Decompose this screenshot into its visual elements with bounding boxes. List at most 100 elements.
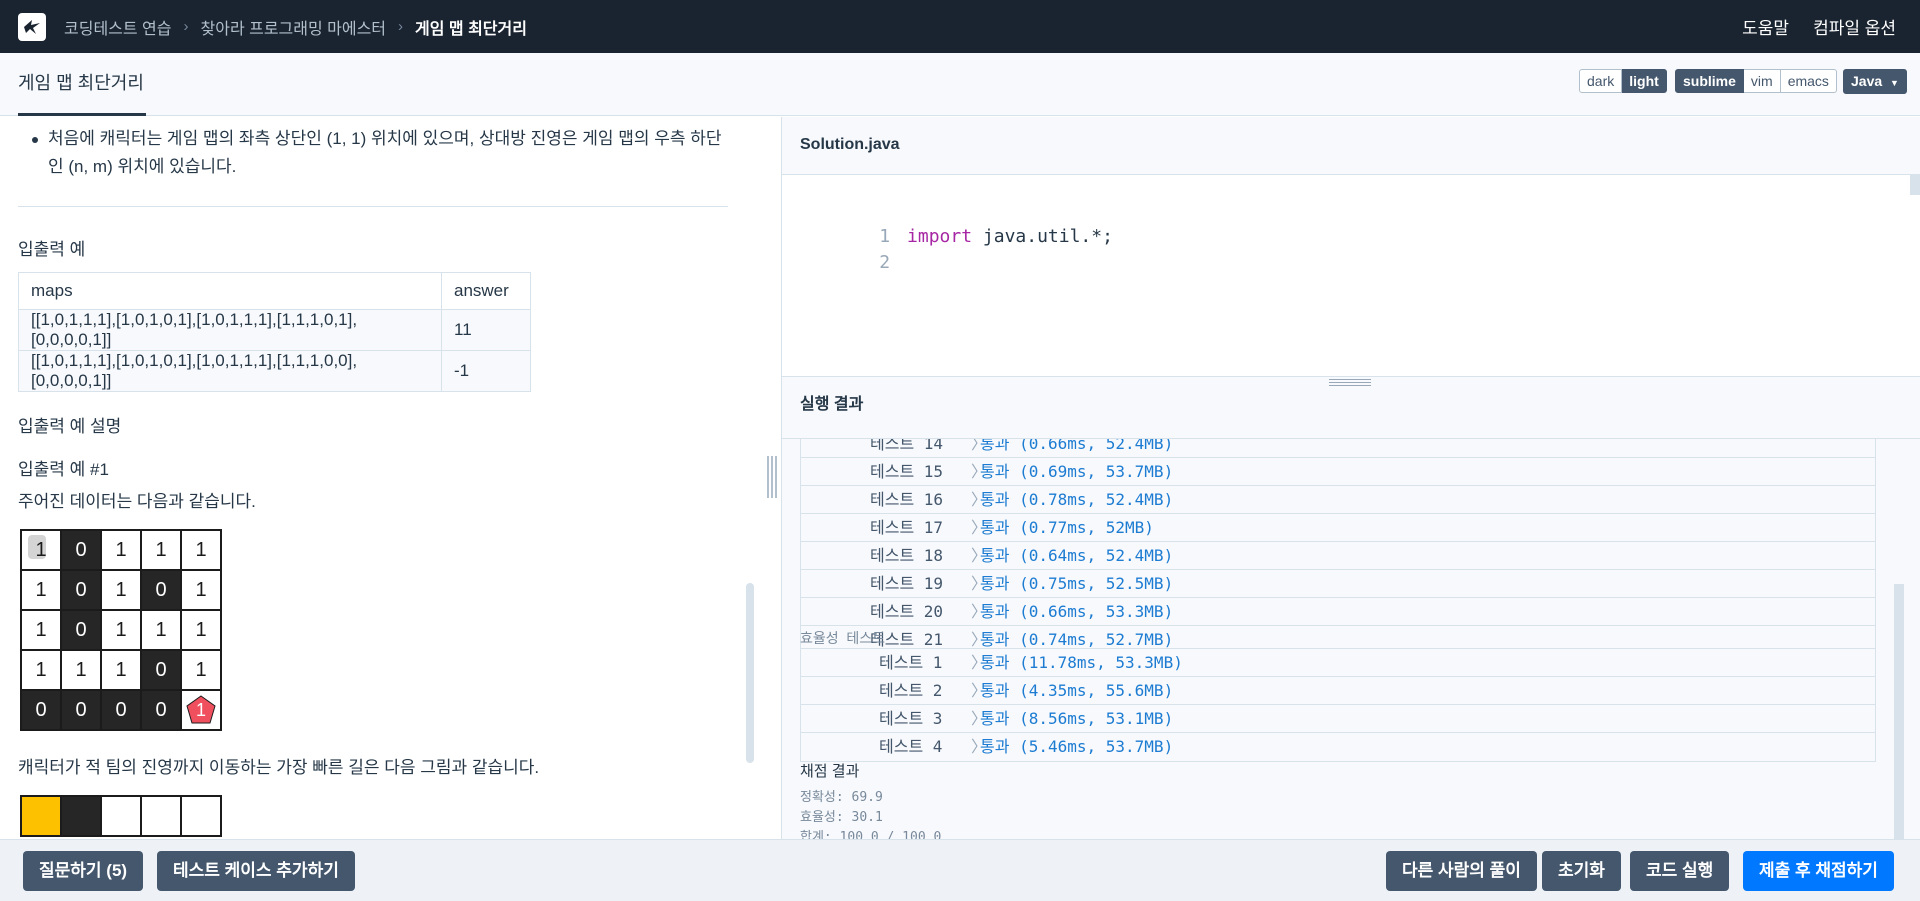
reset-button[interactable]: 초기화 — [1542, 851, 1621, 891]
run-code-button[interactable]: 코드 실행 — [1630, 851, 1730, 891]
language-label: Java — [1851, 73, 1883, 89]
breadcrumb-current: 게임 맵 최단거리 — [415, 20, 527, 38]
test-result-text: 통과 (0.77ms, 52MB) — [980, 518, 1154, 537]
result-resize-handle[interactable] — [1329, 379, 1371, 388]
grid-cell — [102, 797, 140, 835]
col-answer: answer — [441, 272, 531, 310]
grid-cell: 1 — [102, 611, 140, 649]
theme-dark-button[interactable]: dark — [1579, 69, 1623, 93]
test-name: 테스트 20 — [870, 602, 944, 621]
test-result-row[interactable]: 테스트 19 〉 통과 (0.75ms, 52.5MB) — [801, 570, 1875, 598]
breadcrumb-item-2[interactable]: 찾아라 프로그래밍 마에스터 — [201, 15, 387, 39]
test-name: 테스트 19 — [870, 574, 944, 593]
test-result-row[interactable]: 테스트 16 〉 통과 (0.78ms, 52.4MB) — [801, 486, 1875, 514]
keymap-emacs-button[interactable]: emacs — [1780, 69, 1837, 93]
compile-options-link[interactable]: 컴파일 옵션 — [1813, 14, 1896, 39]
test-name: 테스트 15 — [870, 462, 944, 481]
test-result-row[interactable]: 테스트 17 〉 통과 (0.77ms, 52MB) — [801, 514, 1875, 542]
add-test-case-button[interactable]: 테스트 케이스 추가하기 — [157, 851, 355, 891]
wall-cell: 0 — [142, 691, 180, 729]
grid-cell: 1 — [22, 651, 60, 689]
grid-cell: 1 — [182, 611, 220, 649]
path-text: 캐릭터가 적 팀의 진영까지 이동하는 가장 빠른 길은 다음 그림과 같습니다… — [18, 758, 540, 777]
others-solutions-button[interactable]: 다른 사람의 풀이 — [1386, 851, 1537, 891]
help-link[interactable]: 도움말 — [1742, 14, 1789, 39]
test-result-row[interactable]: 테스트 20 〉 통과 (0.66ms, 53.3MB) — [801, 598, 1875, 626]
wall-cell: 0 — [62, 611, 100, 649]
grid-cell: 1 — [22, 611, 60, 649]
score-accuracy: 정확성: 69.9 — [800, 790, 883, 805]
table-row: [[1,0,1,1,1],[1,0,1,0,1],[1,0,1,1,1],[1,… — [18, 309, 531, 351]
wall-cell: 0 — [62, 691, 100, 729]
test-result-row[interactable]: 테스트 2 〉 통과 (4.35ms, 55.6MB) — [801, 677, 1875, 705]
grid-cell: 1 — [22, 571, 60, 609]
grid-cell-value: 1 — [35, 538, 47, 561]
efficiency-test-list: 테스트 1 〉 통과 (11.78ms, 53.3MB) 테스트 2 〉 통과 (4.35… — [800, 648, 1876, 762]
ask-question-button[interactable]: 질문하기 (5) — [23, 851, 144, 891]
test-name: 테스트 3 — [879, 709, 943, 728]
test-result-text: 통과 (8.56ms, 53.1MB) — [980, 709, 1174, 728]
test-result-text: 통과 (0.75ms, 52.5MB) — [980, 574, 1174, 593]
path-cell — [22, 797, 60, 835]
submit-button[interactable]: 제출 후 채점하기 — [1743, 851, 1894, 891]
test-result-row[interactable]: 테스트 14 〉 통과 (0.66ms, 52.4MB) — [801, 438, 1875, 458]
code-text: java.util.*; — [972, 226, 1113, 247]
left-scrollbar[interactable] — [746, 583, 754, 763]
efficiency-label: 효율성 테스트 — [800, 630, 886, 646]
test-name: 테스트 16 — [870, 490, 944, 509]
table-cell: 11 — [441, 309, 531, 351]
code-keyword: import — [907, 226, 973, 247]
test-name: 테스트 14 — [870, 438, 944, 453]
chevron-right-icon: › — [183, 18, 189, 35]
result-scrollbar[interactable] — [1894, 584, 1904, 839]
test-result-row[interactable]: 테스트 18 〉 통과 (0.64ms, 52.4MB) — [801, 542, 1875, 570]
editor-scrollbar[interactable] — [1910, 175, 1920, 195]
example1-heading: 입출력 예 #1 — [18, 460, 109, 479]
test-result-text: 통과 (0.66ms, 53.3MB) — [980, 602, 1174, 621]
test-name: 테스트 18 — [870, 546, 944, 565]
test-result-text: 통과 (5.46ms, 53.7MB) — [980, 737, 1174, 756]
grid-cell — [142, 797, 180, 835]
test-name: 테스트 2 — [879, 681, 943, 700]
problem-description: 처음에 캐릭터는 게임 맵의 좌측 상단인 (1, 1) 위치에 있으며, 상대… — [0, 117, 760, 839]
test-result-row[interactable]: 테스트 15 〉 통과 (0.69ms, 53.7MB) — [801, 458, 1875, 486]
grid-cell: 1 — [22, 531, 60, 569]
breadcrumb-item-1[interactable]: 코딩테스트 연습 — [64, 15, 172, 39]
test-result-text: 통과 (0.66ms, 52.4MB) — [980, 438, 1174, 453]
keymap-vim-button[interactable]: vim — [1743, 69, 1781, 93]
grid-cell: 1 — [182, 651, 220, 689]
wall-cell: 0 — [142, 571, 180, 609]
tab-problem[interactable]: 게임 맵 최단거리 — [18, 53, 146, 116]
test-name: 테스트 4 — [879, 737, 943, 756]
programmers-logo-icon[interactable] — [18, 12, 46, 41]
test-result-text: 통과 (11.78ms, 53.3MB) — [980, 653, 1183, 672]
grid-cell: 1 — [62, 651, 100, 689]
grid-cell: 1 — [182, 531, 220, 569]
test-result-text: 통과 (0.78ms, 52.4MB) — [980, 490, 1174, 509]
table-cell: [[1,0,1,1,1],[1,0,1,0,1],[1,0,1,1,1],[1,… — [18, 350, 442, 392]
explain-heading: 입출력 예 설명 — [18, 417, 122, 436]
theme-light-button[interactable]: light — [1622, 69, 1667, 93]
panel-resize-handle[interactable] — [766, 456, 778, 498]
path-grid — [20, 795, 222, 837]
editor-panel: Solution.java 1 import java.util.*; 2 실행 … — [782, 117, 1920, 839]
bottom-action-bar: 질문하기 (5) 테스트 케이스 추가하기 다른 사람의 풀이 초기화 코드 실… — [0, 839, 1920, 901]
grid-cell: 1 — [182, 571, 220, 609]
col-maps: maps — [18, 272, 442, 310]
test-result-row[interactable]: 테스트 3 〉 통과 (8.56ms, 53.1MB) — [801, 705, 1875, 733]
grid-cell: 1 — [102, 531, 140, 569]
language-select[interactable]: Java ▼ — [1843, 69, 1907, 94]
result-body: 테스트 14 〉 통과 (0.66ms, 52.4MB) 테스트 15 〉 통과 (0.6… — [782, 438, 1920, 839]
grid-cell-value: 1 — [195, 699, 206, 720]
keymap-sublime-button[interactable]: sublime — [1675, 69, 1744, 93]
test-result-row[interactable]: 테스트 4 〉 통과 (5.46ms, 53.7MB) — [801, 733, 1875, 761]
file-tab[interactable]: Solution.java — [800, 117, 900, 173]
grid-cell: 1 — [142, 611, 180, 649]
table-row: [[1,0,1,1,1],[1,0,1,0,1],[1,0,1,1,1],[1,… — [18, 350, 531, 392]
caret-down-icon: ▼ — [1890, 78, 1899, 88]
code-editor[interactable]: 1 import java.util.*; 2 — [782, 174, 1920, 376]
table-cell: [[1,0,1,1,1],[1,0,1,0,1],[1,0,1,1,1],[1,… — [18, 309, 442, 351]
problem-bullet: 처음에 캐릭터는 게임 맵의 좌측 상단인 (1, 1) 위치에 있으며, 상대… — [32, 125, 728, 181]
test-result-row[interactable]: 테스트 1 〉 통과 (11.78ms, 53.3MB) — [801, 649, 1875, 677]
line-number: 2 — [879, 252, 891, 273]
